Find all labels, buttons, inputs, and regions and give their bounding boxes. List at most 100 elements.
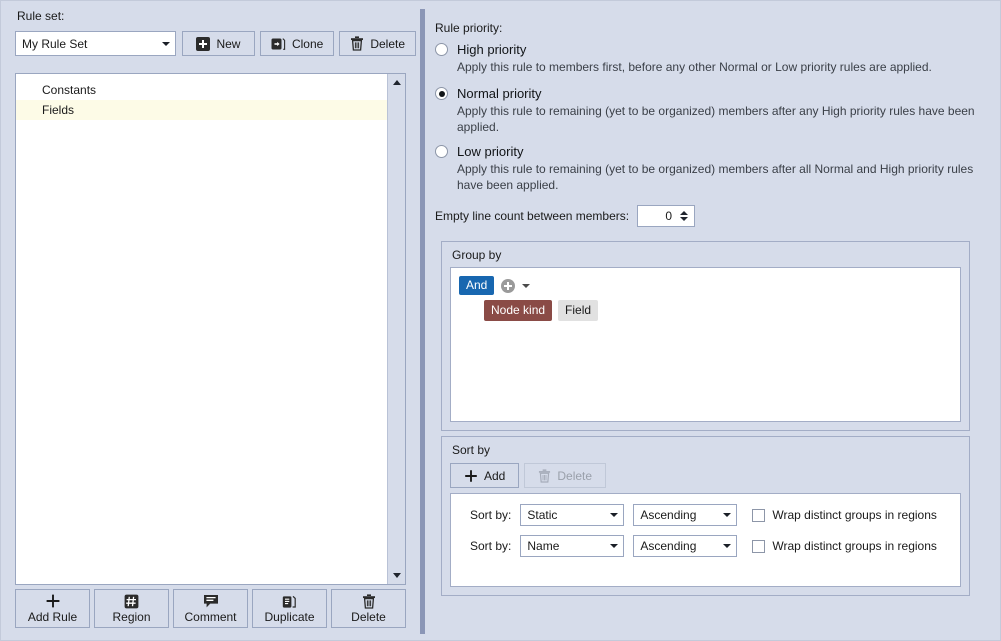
rule-actions-toolbar: Add Rule Region Comment Duplicate Delete — [15, 589, 406, 628]
sort-by-rows-area: Sort by: Static Ascending Wrap distinct … — [450, 493, 961, 587]
group-by-operator-chip[interactable]: And — [459, 276, 495, 295]
empty-line-count-stepper[interactable]: 0 — [637, 205, 696, 227]
priority-option-normal[interactable]: Normal priority Apply this rule to remai… — [435, 86, 983, 135]
priority-option-low-head[interactable]: Low priority — [435, 144, 983, 159]
ruleset-label: Rule set: — [17, 9, 65, 23]
add-rule-button[interactable]: Add Rule — [15, 589, 90, 628]
rule-list-scrollbar[interactable] — [387, 74, 405, 584]
group-by-chip-node-kind[interactable]: Node kind — [484, 300, 553, 321]
list-item-label: Fields — [42, 103, 75, 117]
priority-option-high-head[interactable]: High priority — [435, 42, 983, 57]
sort-row-label: Sort by: — [470, 539, 512, 553]
trash-icon — [350, 36, 364, 51]
empty-line-count-value: 0 — [665, 209, 673, 223]
plus-icon — [464, 469, 478, 483]
scroll-down-icon[interactable] — [388, 567, 405, 584]
priority-option-normal-description: Apply this rule to remaining (yet to be … — [457, 104, 975, 134]
radio-high-priority[interactable] — [435, 43, 448, 56]
chevron-down-icon — [157, 41, 175, 46]
left-panel: Rule set: My Rule Set New Clone Delete C… — [9, 9, 416, 634]
chevron-down-icon — [718, 544, 736, 548]
new-button[interactable]: New — [181, 31, 255, 56]
stepper-up-icon[interactable] — [680, 211, 689, 215]
chevron-down-icon[interactable] — [522, 283, 531, 288]
sort-field-combobox[interactable]: Static — [520, 504, 625, 526]
list-item[interactable]: Fields — [16, 100, 387, 120]
sort-row: Sort by: Static Ascending Wrap distinct … — [451, 503, 960, 527]
chevron-down-icon — [605, 513, 623, 517]
rule-priority-label: Rule priority: — [435, 21, 503, 35]
priority-option-low[interactable]: Low priority Apply this rule to remainin… — [435, 144, 983, 193]
clone-icon — [271, 36, 286, 51]
sort-field-combobox[interactable]: Name — [520, 535, 625, 557]
region-button[interactable]: Region — [94, 589, 169, 628]
delete-rule-button[interactable]: Delete — [331, 589, 406, 628]
priority-option-low-description: Apply this rule to remaining (yet to be … — [457, 162, 974, 192]
priority-option-high[interactable]: High priority Apply this rule to members… — [435, 42, 983, 75]
duplicate-icon — [282, 593, 297, 609]
right-panel: Rule priority: High priority Apply this … — [433, 9, 994, 634]
comment-icon — [203, 593, 219, 609]
chevron-down-icon — [718, 513, 736, 517]
list-item[interactable]: Constants — [16, 80, 387, 100]
group-by-query-area[interactable]: And Node kind Field — [450, 267, 961, 422]
delete-ruleset-button[interactable]: Delete — [339, 31, 416, 56]
sort-delete-button-label: Delete — [557, 468, 593, 483]
priority-option-high-title: High priority — [457, 42, 527, 57]
scroll-up-icon[interactable] — [388, 74, 405, 91]
ruleset-combobox[interactable]: My Rule Set — [15, 31, 176, 56]
comment-button-label: Comment — [184, 610, 237, 624]
new-button-label: New — [216, 36, 241, 51]
clone-button[interactable]: Clone — [259, 31, 335, 56]
sort-by-groupbox: Sort by Add Delete Sort by: Static Ascen… — [441, 436, 970, 596]
priority-option-normal-head[interactable]: Normal priority — [435, 86, 983, 101]
ruleset-combobox-value: My Rule Set — [22, 36, 88, 51]
sort-row-label: Sort by: — [470, 508, 512, 522]
wrap-regions-label: Wrap distinct groups in regions — [772, 539, 937, 553]
clone-button-label: Clone — [291, 36, 324, 51]
empty-line-count-label: Empty line count between members: — [435, 209, 630, 223]
add-rule-button-label: Add Rule — [27, 610, 78, 624]
group-by-groupbox: Group by And Node kind Field — [441, 241, 970, 431]
sort-row: Sort by: Name Ascending Wrap distinct gr… — [451, 534, 960, 558]
delete-rule-button-label: Delete — [351, 610, 386, 624]
radio-normal-priority[interactable] — [435, 87, 448, 100]
priority-option-high-description: Apply this rule to members first, before… — [457, 60, 932, 74]
stepper-buttons[interactable] — [677, 211, 694, 221]
radio-low-priority[interactable] — [435, 145, 448, 158]
sort-field-value: Name — [527, 539, 560, 553]
group-by-condition-row: Node kind Field — [484, 300, 599, 321]
wrap-regions-checkbox[interactable] — [752, 508, 766, 522]
comment-button[interactable]: Comment — [173, 589, 248, 628]
sort-direction-value: Ascending — [640, 508, 697, 522]
duplicate-button[interactable]: Duplicate — [252, 589, 327, 628]
sort-delete-button[interactable]: Delete — [524, 463, 607, 488]
delete-ruleset-button-label: Delete — [370, 36, 405, 51]
sort-add-button-label: Add — [484, 468, 506, 483]
panel-splitter[interactable] — [420, 9, 425, 634]
chevron-down-icon — [605, 544, 623, 548]
sort-direction-combobox[interactable]: Ascending — [633, 504, 738, 526]
sort-add-button[interactable]: Add — [450, 463, 520, 488]
ruleset-buttons: New Clone Delete — [181, 31, 416, 56]
stepper-down-icon[interactable] — [680, 217, 689, 221]
wrap-regions-checkbox-row[interactable]: Wrap distinct groups in regions — [752, 539, 937, 553]
sort-direction-combobox[interactable]: Ascending — [633, 535, 738, 557]
priority-option-normal-title: Normal priority — [457, 86, 542, 101]
duplicate-button-label: Duplicate — [264, 610, 315, 624]
group-by-chip-field[interactable]: Field — [558, 300, 599, 321]
priority-option-low-title: Low priority — [457, 144, 524, 159]
group-by-title: Group by — [452, 248, 502, 262]
wrap-regions-checkbox[interactable] — [752, 539, 766, 553]
wrap-regions-label: Wrap distinct groups in regions — [772, 508, 937, 522]
rule-list-items: Constants Fields — [16, 74, 387, 584]
trash-icon — [362, 593, 376, 609]
rule-list[interactable]: Constants Fields — [15, 73, 406, 585]
plus-square-icon — [196, 36, 211, 51]
sort-direction-value: Ascending — [640, 539, 697, 553]
sort-field-value: Static — [527, 508, 558, 522]
rule-set-editor-window: Rule set: My Rule Set New Clone Delete C… — [0, 0, 1001, 641]
plus-circle-icon[interactable] — [501, 278, 516, 293]
sort-by-title: Sort by — [452, 443, 491, 457]
wrap-regions-checkbox-row[interactable]: Wrap distinct groups in regions — [752, 508, 937, 522]
